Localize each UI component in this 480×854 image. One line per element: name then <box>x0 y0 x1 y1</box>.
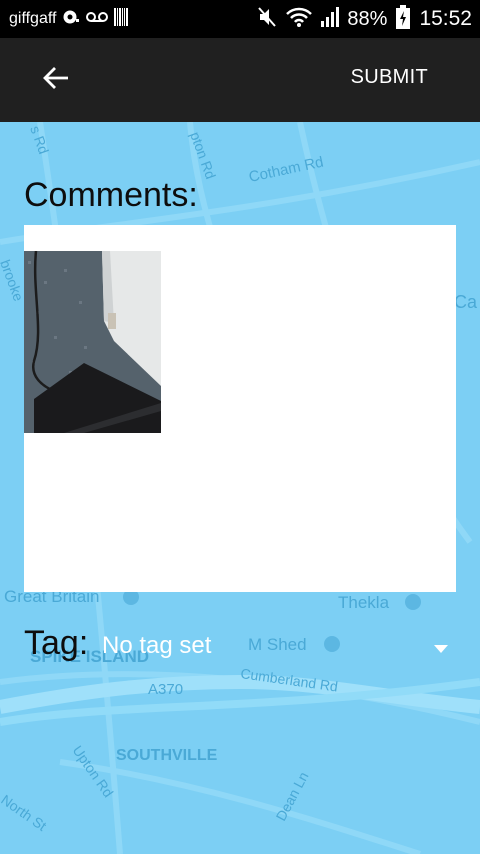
status-clock: 15:52 <box>419 7 472 30</box>
arrow-left-icon <box>43 66 69 95</box>
map-label: Thekla <box>338 593 390 612</box>
barcode-icon <box>114 7 129 31</box>
map-label: SOUTHVILLE <box>116 747 218 764</box>
action-bar: SUBMIT <box>0 38 480 122</box>
wifi-icon <box>285 6 313 33</box>
status-bar: giffgaff 88% 15:52 <box>0 0 480 38</box>
attached-photo[interactable] <box>24 251 161 433</box>
tag-selected-value: No tag set <box>102 632 212 659</box>
chat-bubble-icon <box>62 9 80 30</box>
comments-input[interactable] <box>24 225 456 592</box>
voicemail-icon <box>86 10 109 28</box>
back-button[interactable] <box>32 56 80 104</box>
tag-label: Tag: <box>24 624 89 662</box>
submit-button[interactable]: SUBMIT <box>351 66 428 89</box>
carrier-name: giffgaff <box>9 10 57 27</box>
battery-percent: 88% <box>347 7 388 30</box>
tag-dropdown[interactable]: No tag set <box>102 626 456 666</box>
battery-charging-icon <box>395 4 411 34</box>
comments-label: Comments: <box>24 176 198 214</box>
mute-icon <box>257 6 277 33</box>
map-label: A370 <box>148 681 183 698</box>
place-marker-icon <box>405 594 421 610</box>
dropdown-arrow-icon <box>434 640 448 658</box>
signal-icon <box>321 6 340 32</box>
map-label: Ca <box>454 292 478 312</box>
